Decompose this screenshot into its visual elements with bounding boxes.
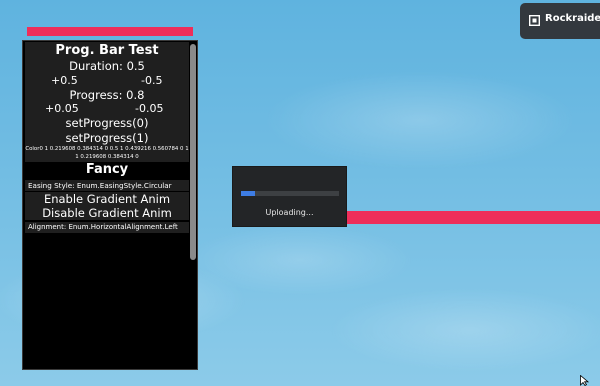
duration-minus-button[interactable]: -0.5 <box>141 74 162 88</box>
duration-label: Duration: 0.5 <box>25 59 189 74</box>
disable-gradient-anim-button[interactable]: Disable Gradient Anim <box>25 206 189 220</box>
enable-gradient-anim-button[interactable]: Enable Gradient Anim <box>25 192 189 206</box>
fancy-button[interactable]: Fancy <box>25 162 189 178</box>
panel-title: Prog. Bar Test <box>25 42 189 59</box>
upload-progress-fill <box>241 191 255 196</box>
easing-style-button[interactable]: Easing Style: Enum.EasingStyle.Circular <box>25 180 189 191</box>
set-progress-0-button[interactable]: setProgress(0) <box>25 116 189 131</box>
demo-progress-bar <box>347 211 600 224</box>
color-sequence-text: Color0 1 0.219608 0.384314 0 0.5 1 0.439… <box>25 146 189 162</box>
roblox-logo-icon <box>529 15 540 26</box>
duration-adjust-row: +0.5 -0.5 <box>25 74 189 88</box>
mouse-cursor-icon <box>580 375 590 386</box>
upload-dialog: Uploading... <box>232 166 347 227</box>
progress-minus-button[interactable]: -0.05 <box>135 102 163 116</box>
progress-bar-test-panel: Prog. Bar Test Duration: 0.5 +0.5 -0.5 P… <box>22 40 198 370</box>
user-badge[interactable]: Rockraider4 <box>520 3 600 39</box>
progress-plus-button[interactable]: +0.05 <box>45 102 79 116</box>
progress-adjust-row: +0.05 -0.05 <box>25 102 189 116</box>
upload-status-text: Uploading... <box>265 208 314 217</box>
duration-plus-button[interactable]: +0.5 <box>51 74 78 88</box>
panel-scrollbar[interactable] <box>190 44 196 260</box>
upload-progress-track <box>241 191 339 196</box>
alignment-button[interactable]: Alignment: Enum.HorizontalAlignment.Left <box>25 222 189 233</box>
top-progress-bar <box>27 27 193 36</box>
username: Rockraider4 <box>545 13 600 24</box>
set-progress-1-button[interactable]: setProgress(1) <box>25 131 189 146</box>
progress-label: Progress: 0.8 <box>25 88 189 102</box>
